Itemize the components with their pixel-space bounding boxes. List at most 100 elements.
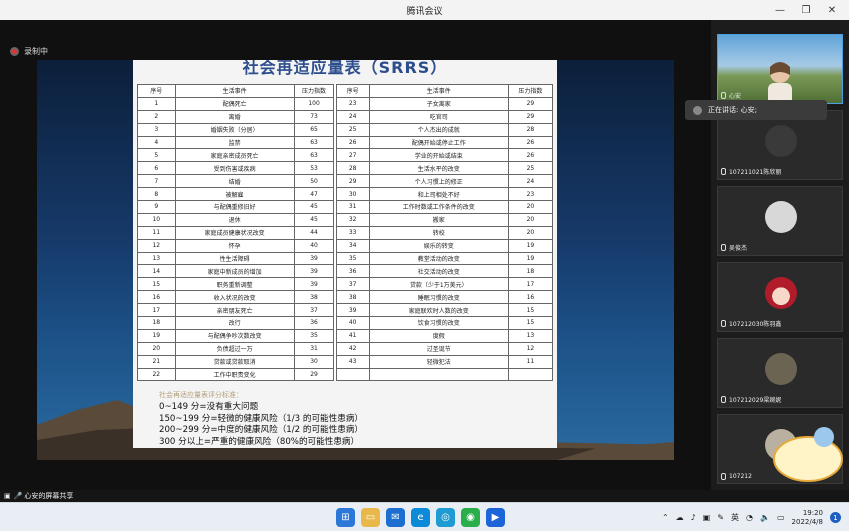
slide: 社会再适应量表（SRRS） 序号 生活事件 压力指数 序号 生活事件 压力指数: [133, 60, 557, 448]
table-cell: 1: [137, 96, 176, 111]
table-row: 7 结婚 50 29 个人习惯上的修正 24: [137, 174, 554, 189]
participant-tile[interactable]: 107212: [717, 414, 843, 484]
table-cell: 27: [335, 148, 370, 163]
battery-icon[interactable]: ▭: [777, 513, 785, 522]
table-cell: 学业的开始或结束: [368, 148, 509, 163]
table-cell: 35: [293, 328, 335, 343]
start-icon[interactable]: ⊞: [336, 508, 355, 527]
sticker-decoration: [773, 427, 843, 482]
table-cell: 45: [293, 212, 335, 227]
table-cell: 53: [293, 161, 335, 176]
mic-icon[interactable]: ♪: [691, 513, 696, 522]
table-cell: 25: [507, 161, 554, 176]
table-row: 13 性生活障碍 39 35 教堂活动的改变 19: [137, 251, 554, 266]
table-cell: 65: [293, 122, 335, 137]
table-cell: 15: [507, 316, 554, 330]
recording-indicator[interactable]: 录制中: [10, 44, 48, 58]
wifi-icon[interactable]: ◔: [746, 513, 753, 522]
app-icon[interactable]: ◎: [436, 508, 455, 527]
table-cell: 37: [293, 303, 335, 318]
table-cell: 家庭联欢时人数的改变: [368, 303, 509, 318]
mic-icon: [721, 320, 726, 327]
table-cell: 20: [137, 341, 176, 356]
table-cell: 收入状况的改变: [174, 290, 295, 305]
file-explorer-icon[interactable]: ▭: [361, 508, 380, 527]
table-row: 18 改行 36 40 饮食习惯的改变 15: [137, 316, 554, 330]
participant-tile[interactable]: 107211021陈欣丽: [717, 110, 843, 180]
table-cell: 32: [335, 212, 370, 227]
table-cell: 31: [293, 341, 335, 356]
table-cell: 29: [507, 109, 554, 124]
table-cell: 39: [293, 251, 335, 266]
language-indicator[interactable]: 英: [731, 512, 739, 523]
wechat-icon[interactable]: ◉: [461, 508, 480, 527]
table-header-row: 序号 生活事件 压力指数 序号 生活事件 压力指数: [137, 84, 554, 98]
participant-name: 107211021陈欣丽: [721, 167, 781, 176]
table-cell: 18: [137, 316, 176, 330]
table-cell: 63: [293, 135, 335, 150]
window-title: 腾讯会议: [406, 6, 443, 17]
table-cell: 12: [137, 238, 176, 253]
clock-time: 19:20: [802, 508, 823, 517]
table-cell: 30: [293, 354, 335, 369]
volume-icon[interactable]: 🔈: [760, 513, 770, 522]
table-row: 6 受到伤害或疾病 53 28 生活水平的改变 25: [137, 161, 554, 176]
table-cell: 搬家: [368, 212, 509, 227]
table-cell: 31: [335, 200, 370, 214]
table-cell: 个人杰出的成就: [368, 122, 509, 137]
participant-tile-active[interactable]: 心安: [717, 34, 843, 105]
table-row: 20 负债超过一万 31 42 过圣诞节 12: [137, 341, 554, 356]
recording-label: 录制中: [24, 46, 48, 56]
window-controls: — ❐ ✕: [767, 0, 845, 20]
participant-tile[interactable]: 吴俊杰: [717, 186, 843, 256]
table-cell: 家庭中新成员的增加: [174, 264, 295, 279]
table-cell: 负债超过一万: [174, 341, 295, 356]
table-row: 2 离婚 73 24 吃官司 29: [137, 109, 554, 124]
camera-icon[interactable]: ▣: [703, 513, 711, 522]
taskbar-apps: ⊞ ▭ ✉ e ◎ ◉ ▶: [336, 508, 505, 527]
shared-screen[interactable]: 社会再适应量表（SRRS） 序号 生活事件 压力指数 序号 生活事件 压力指数: [37, 60, 674, 460]
table-cell: 13: [507, 328, 554, 343]
pen-icon[interactable]: ✎: [717, 513, 724, 522]
col-header: 序号: [137, 84, 176, 98]
table-cell: 40: [293, 238, 335, 253]
table-cell: 41: [335, 328, 370, 343]
table-cell: 性生活障碍: [174, 251, 295, 266]
close-icon[interactable]: ✕: [819, 5, 845, 16]
table-cell: 改行: [174, 316, 295, 330]
table-cell: 21: [137, 354, 176, 369]
table-cell: 36: [293, 316, 335, 330]
table-cell: 14: [137, 264, 176, 279]
screen-share-label: 心安的屏幕共享: [24, 492, 74, 500]
participants-panel: 心安 107211021陈欣丽 吴俊杰 107212030陈羽鑫 1072120…: [711, 20, 849, 490]
table-row: 9 与配偶重修旧好 45 31 工作时数或工作条件的改变 20: [137, 200, 554, 214]
table-cell: 12: [507, 341, 554, 356]
speaker-avatar: [693, 105, 702, 115]
table-cell: 转校: [368, 225, 509, 240]
table-cell: 贷款或贷款取消: [174, 354, 295, 369]
cloud-icon[interactable]: ☁: [676, 513, 684, 522]
notification-badge[interactable]: 1: [830, 512, 841, 523]
table-cell: 轻微犯法: [368, 354, 509, 369]
record-icon: [10, 46, 19, 56]
mic-icon: 🎤: [13, 492, 23, 500]
chevron-up-icon[interactable]: ⌃: [662, 513, 669, 522]
table-cell: 38: [335, 290, 370, 305]
col-header: 压力指数: [507, 84, 554, 98]
restore-icon[interactable]: ❐: [793, 5, 819, 16]
table-cell: 7: [137, 174, 176, 189]
screen-share-bar[interactable]: ▣ 🎤 心安的屏幕共享: [0, 490, 849, 502]
minimize-icon[interactable]: —: [767, 5, 793, 16]
table-cell: 结婚: [174, 174, 295, 189]
clock[interactable]: 19:20 2022/4/8: [792, 509, 823, 527]
table-cell: 39: [293, 264, 335, 279]
table-cell: 43: [335, 354, 370, 369]
participant-name: 107212030陈羽鑫: [721, 319, 781, 328]
mail-icon[interactable]: ✉: [386, 508, 405, 527]
participant-tile[interactable]: 107212029梁婉妮: [717, 338, 843, 408]
tencent-meeting-icon[interactable]: ▶: [486, 508, 505, 527]
edge-icon[interactable]: e: [411, 508, 430, 527]
table-cell: 37: [335, 277, 370, 292]
participant-tile[interactable]: 107212030陈羽鑫: [717, 262, 843, 332]
table-cell: 社交活动的改变: [368, 264, 509, 279]
